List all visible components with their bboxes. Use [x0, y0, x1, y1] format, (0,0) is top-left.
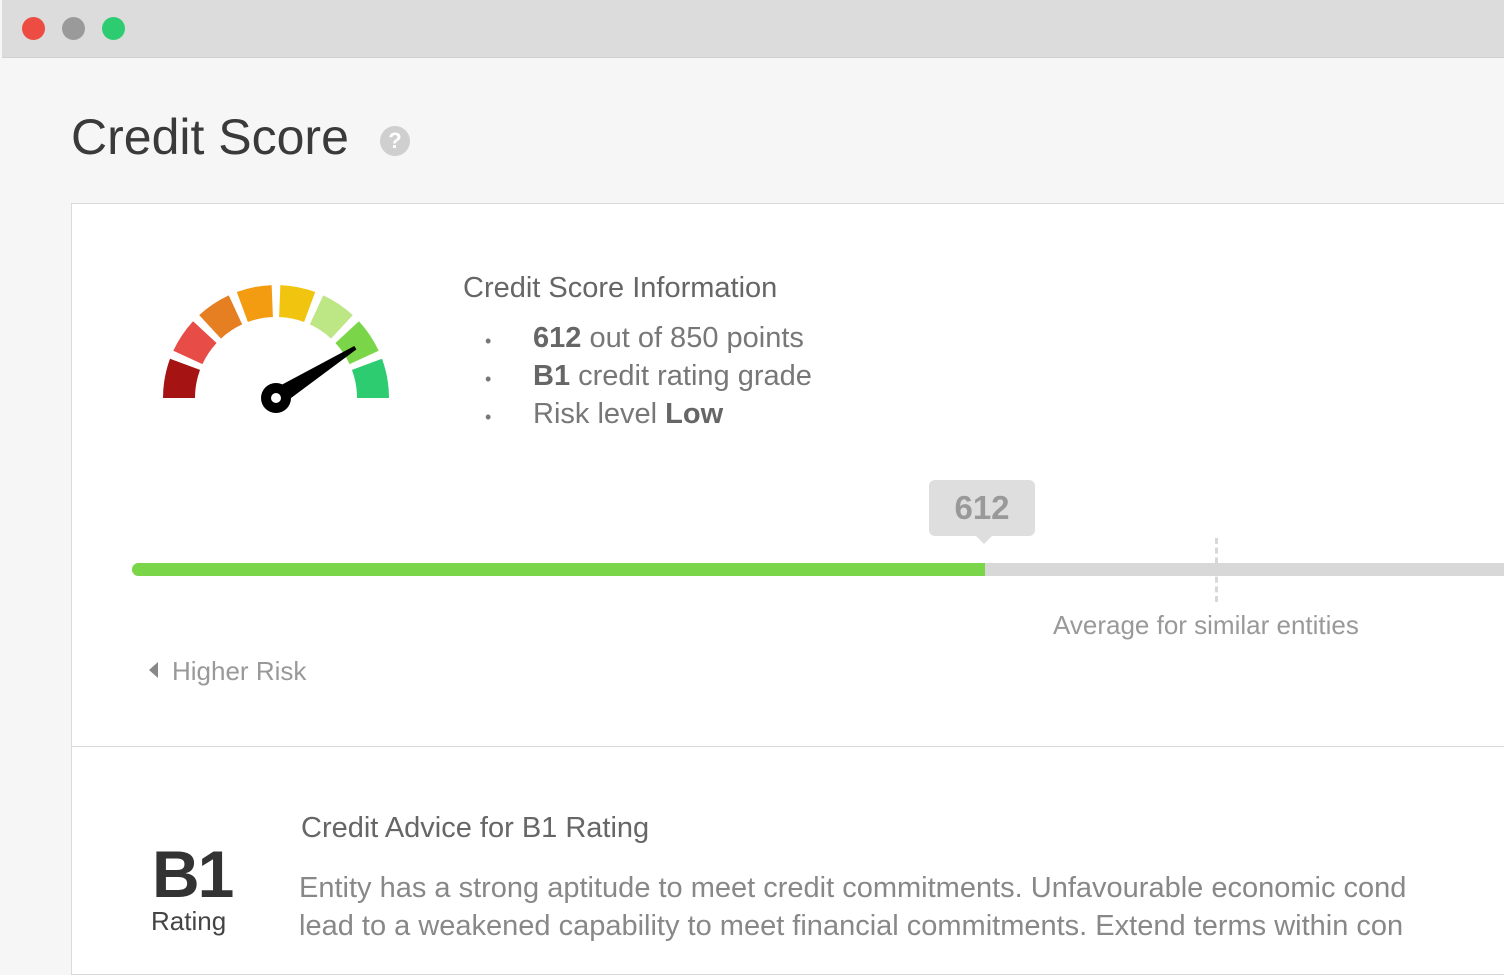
advice-text: Entity has a strong aptitude to meet cre… — [299, 872, 1407, 942]
info-item-risk: Risk level Low — [463, 398, 812, 436]
advice-title: Credit Advice for B1 Rating — [301, 812, 650, 844]
page-title: Credit Score — [71, 109, 349, 165]
credit-score-card: Credit Score Information 612 out of 850 … — [71, 203, 1504, 975]
gauge-segment — [163, 358, 201, 398]
score-bar — [132, 563, 1504, 576]
window-titlebar — [2, 0, 1504, 58]
credit-gauge — [163, 285, 389, 413]
gauge-segment — [199, 295, 243, 339]
maximize-window-button[interactable] — [102, 17, 125, 40]
average-label: Average for similar entities — [1053, 610, 1359, 640]
info-title: Credit Score Information — [463, 272, 778, 304]
gauge-segment — [173, 321, 217, 365]
info-item-grade: B1 credit rating grade — [463, 360, 812, 398]
rating-label: Rating — [151, 906, 227, 936]
help-icon[interactable]: ? — [380, 126, 410, 156]
average-marker — [1215, 538, 1218, 602]
minimize-window-button[interactable] — [62, 17, 85, 40]
gauge-hub-dot — [271, 393, 281, 403]
gauge-segment — [279, 285, 316, 323]
score-bubble: 612 — [929, 480, 1035, 544]
higher-risk-label: Higher Risk — [149, 656, 306, 687]
gauge-segment — [309, 295, 353, 339]
rating-grade: B1 — [152, 837, 234, 911]
gauge-segment — [236, 285, 273, 323]
info-item-points: 612 out of 850 points — [463, 322, 812, 360]
section-divider — [72, 746, 1504, 747]
info-list: 612 out of 850 points B1 credit rating g… — [463, 322, 812, 436]
gauge-segment — [351, 358, 389, 398]
caret-left-icon — [149, 662, 158, 678]
score-bar-fill — [132, 563, 986, 576]
close-window-button[interactable] — [22, 17, 45, 40]
